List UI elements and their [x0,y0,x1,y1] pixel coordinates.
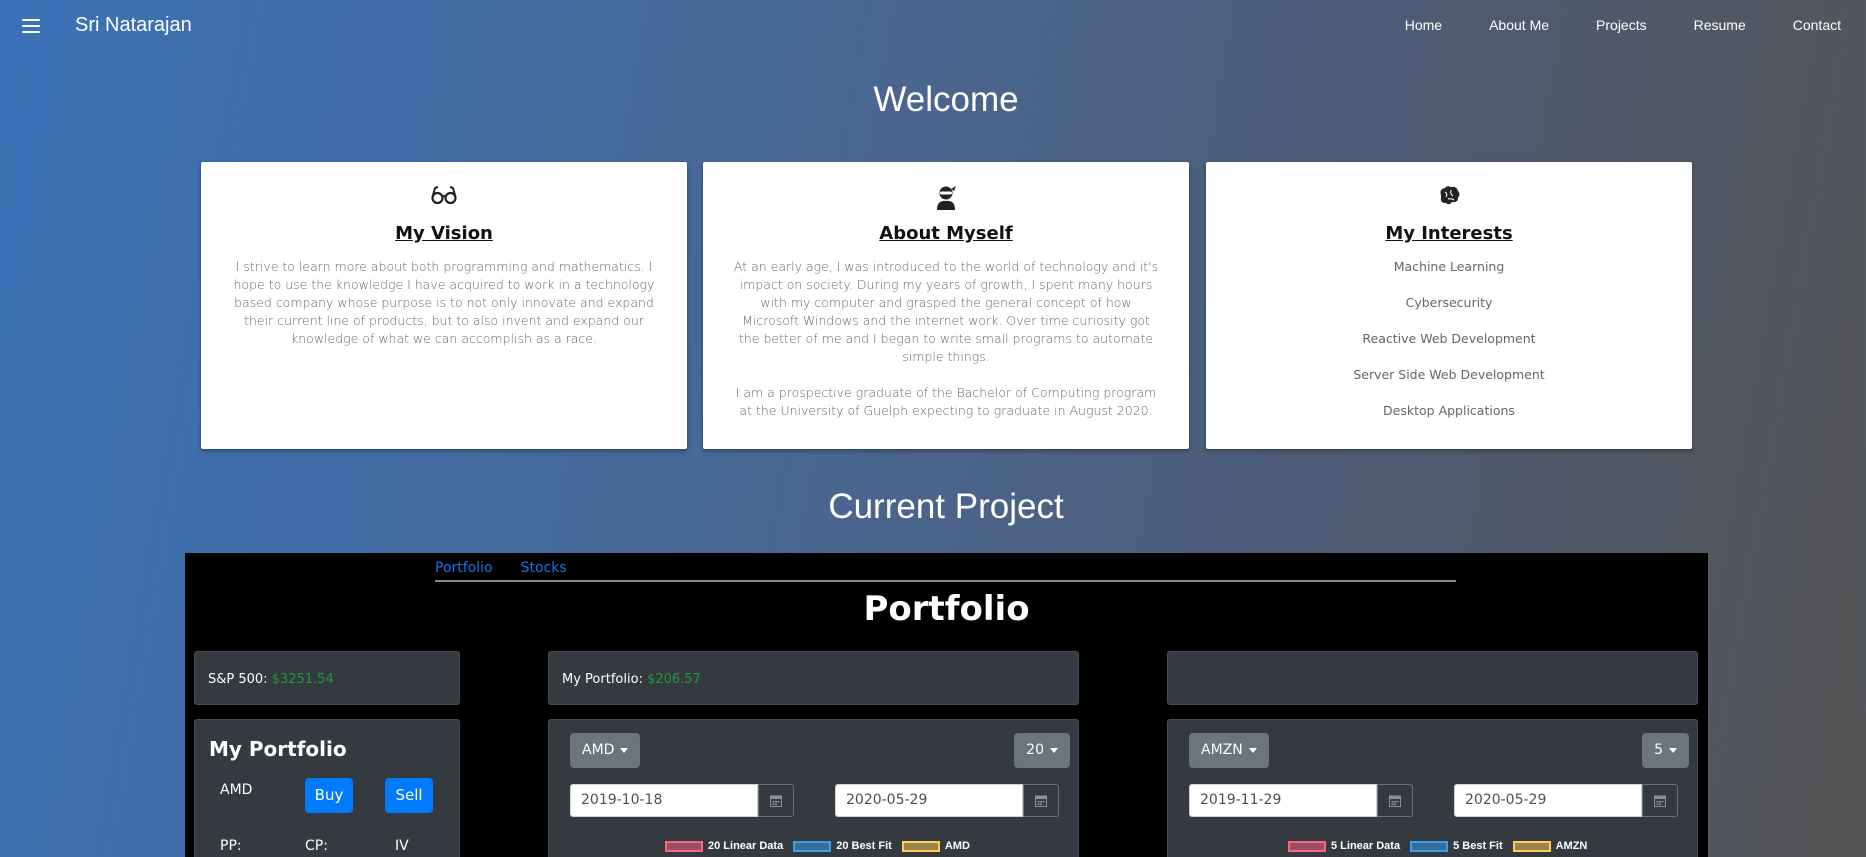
legend-linear[interactable]: 5 Linear Data [1288,840,1400,852]
iv-label: IV [395,838,409,854]
interests-list: Machine Learning Cybersecurity Reactive … [1206,258,1692,420]
start-date-input[interactable]: 2019-10-18 [570,784,758,817]
nav-links: Home About Me Projects Resume Contact [1358,17,1841,33]
vision-card: My Vision I strive to learn more about b… [201,162,687,449]
symbol-dropdown[interactable]: AMD [570,733,641,768]
caret-down-icon [1050,747,1058,753]
portfolio-value-label: My Portfolio: $206.57 [562,672,701,687]
sp500-panel: S&P 500: $3251.54 [194,651,460,705]
period-dropdown[interactable]: 5 [1642,733,1689,768]
tab-stocks[interactable]: Stocks [521,560,567,576]
nav-home[interactable]: Home [1405,17,1442,33]
end-date-input[interactable]: 2020-05-29 [835,784,1023,817]
sp500-label: S&P 500: $3251.54 [208,672,334,687]
project-tabs: Portfolio Stocks [435,559,1456,582]
portfolio-heading: Portfolio [863,589,1030,629]
pp-label: PP: [220,838,242,854]
legend-symbol[interactable]: AMD [901,840,970,852]
chart-legend: 20 Linear Data 20 Best Fit AMD [665,840,970,852]
about-card: About Myself At an early age, I was intr… [703,162,1189,449]
calendar-icon[interactable] [1377,784,1413,817]
caret-down-icon [1669,747,1677,753]
my-portfolio-panel: My Portfolio AMD Buy Sell PP: CP: IV [194,719,460,857]
calendar-icon[interactable] [1642,784,1678,817]
chart-panel-amzn: AMZN 5 2019-11-29 2020-05-29 5 Linear Da… [1167,719,1698,857]
nav-contact[interactable]: Contact [1793,17,1841,33]
brain-icon [1206,185,1692,211]
legend-best-fit[interactable]: 5 Best Fit [1410,840,1503,852]
chart-legend: 5 Linear Data 5 Best Fit AMZN [1288,840,1587,852]
sell-button[interactable]: Sell [385,778,433,813]
legend-best-fit[interactable]: 20 Best Fit [793,840,892,852]
glasses-icon [201,185,687,211]
portfolio-value: $206.57 [647,672,701,687]
tab-portfolio[interactable]: Portfolio [435,560,493,576]
user-ninja-icon [703,185,1189,211]
navbar: Sri Natarajan Home About Me Projects Res… [0,0,1866,52]
symbol-dropdown[interactable]: AMZN [1189,733,1269,768]
list-item: Desktop Applications [1383,403,1515,418]
portfolio-value-panel: My Portfolio: $206.57 [548,651,1079,705]
start-date-input[interactable]: 2019-11-29 [1189,784,1377,817]
legend-linear[interactable]: 20 Linear Data [665,840,783,852]
buy-button[interactable]: Buy [305,778,353,813]
legend-symbol[interactable]: AMZN [1512,840,1587,852]
vision-text: I strive to learn more about both progra… [233,259,655,346]
interests-title: My Interests [1385,223,1513,244]
interests-card: My Interests Machine Learning Cybersecur… [1206,162,1692,449]
about-text: At an early age, I was introduced to the… [733,259,1159,364]
list-item: Server Side Web Development [1353,367,1545,382]
period-dropdown[interactable]: 20 [1014,733,1070,768]
list-item: Reactive Web Development [1362,331,1536,346]
cp-label: CP: [305,838,328,854]
caret-down-icon [1248,747,1257,753]
project-embed: Portfolio Stocks Portfolio S&P 500: $3251… [185,553,1708,857]
welcome-title: Welcome [873,80,1019,119]
empty-panel [1167,651,1698,705]
end-date-input[interactable]: 2020-05-29 [1454,784,1642,817]
about-title: About Myself [879,223,1013,244]
nav-projects[interactable]: Projects [1596,17,1647,33]
menu-icon[interactable] [22,19,40,33]
current-project-title: Current Project [828,487,1064,526]
brand-name[interactable]: Sri Natarajan [75,14,192,37]
my-portfolio-title: My Portfolio [209,737,347,761]
vision-title: My Vision [395,223,493,244]
nav-about-me[interactable]: About Me [1489,17,1549,33]
calendar-icon[interactable] [758,784,794,817]
calendar-icon[interactable] [1023,784,1059,817]
holding-symbol: AMD [220,782,253,798]
chart-panel-amd: AMD 20 2019-10-18 2020-05-29 20 Linear D… [548,719,1079,857]
sp500-value: $3251.54 [271,672,334,687]
list-item: Cybersecurity [1405,295,1493,310]
nav-resume[interactable]: Resume [1694,17,1746,33]
list-item: Machine Learning [1393,259,1505,274]
caret-down-icon [620,747,629,753]
about-text-2: I am a prospective graduate of the Bache… [735,385,1157,418]
